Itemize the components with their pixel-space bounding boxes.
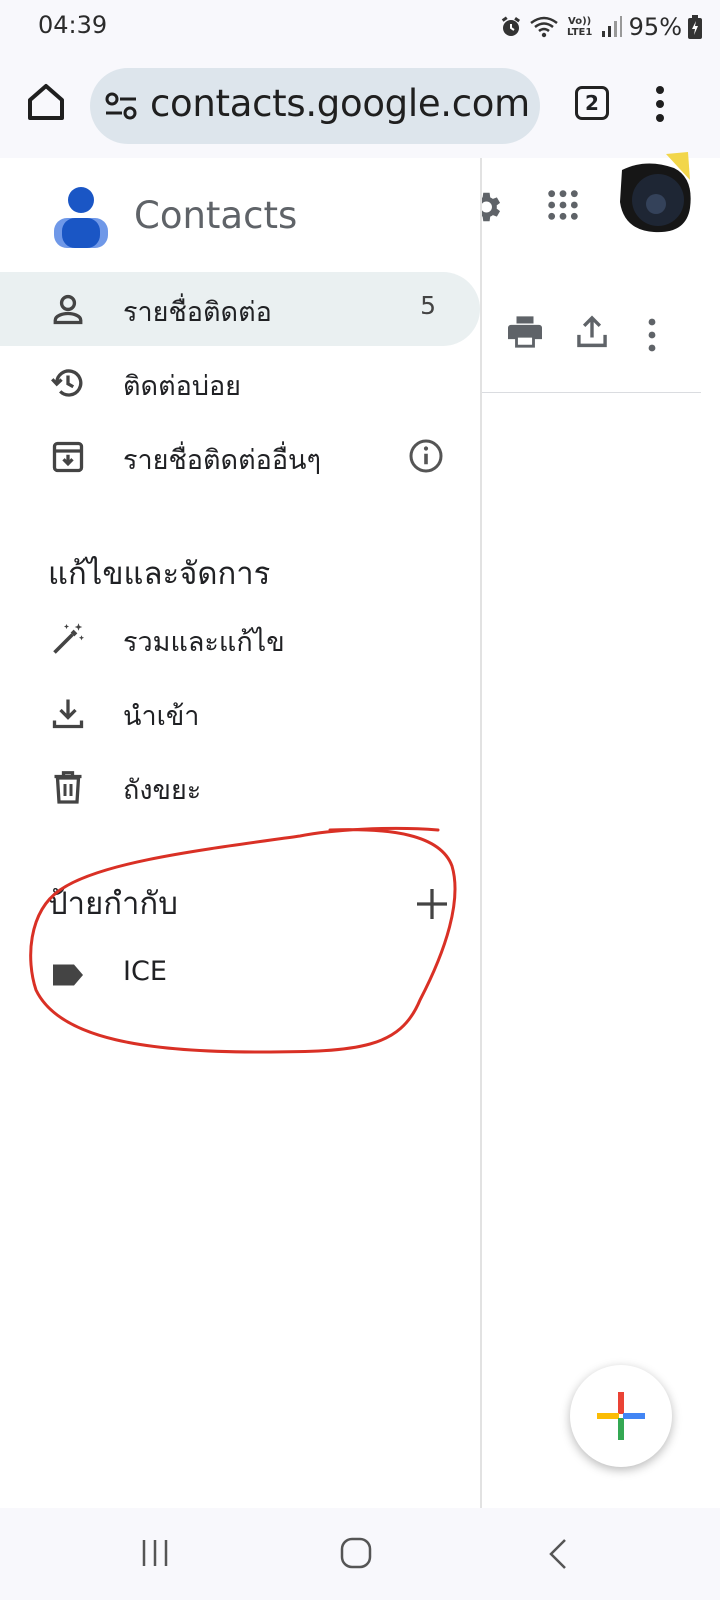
create-contact-fab[interactable] [570, 1365, 672, 1467]
address-bar[interactable]: contacts.google.com [90, 68, 540, 144]
archive-download-icon [52, 441, 84, 473]
section-title-labels: ป้ายกำกับ [48, 886, 178, 922]
battery-charging-icon [688, 15, 702, 39]
download-icon [52, 699, 84, 729]
app-title: Contacts [134, 194, 298, 237]
sidebar-item-import[interactable]: นำเข้า [0, 676, 480, 750]
back-icon[interactable] [548, 1538, 568, 1570]
sidebar-item-contacts[interactable]: รายชื่อติดต่อ 5 [0, 272, 480, 346]
sidebar-item-merge-fix[interactable]: รวมและแก้ไข [0, 602, 480, 676]
contacts-count: 5 [420, 291, 436, 320]
status-time: 04:39 [38, 11, 108, 39]
plus-multicolor-icon [597, 1392, 645, 1440]
status-icons: Vo)) LTE1 95% [499, 10, 702, 44]
main-content [472, 152, 720, 1508]
info-icon[interactable] [408, 438, 444, 474]
recent-apps-icon[interactable] [140, 1538, 170, 1568]
export-icon[interactable] [576, 314, 608, 348]
home-icon[interactable] [24, 80, 68, 124]
label-tag-icon [53, 964, 83, 986]
signal-icon [601, 16, 622, 37]
browser-toolbar: contacts.google.com 2 [0, 56, 720, 159]
print-icon[interactable] [508, 316, 542, 348]
trash-icon [54, 771, 82, 804]
sidebar-item-trash[interactable]: ถังขยะ [0, 750, 480, 824]
magic-wand-icon [53, 623, 85, 654]
sidebar-item-label: ถังขยะ [123, 775, 202, 806]
contacts-logo-icon[interactable] [52, 186, 110, 248]
avatar[interactable] [616, 152, 696, 242]
sidebar-item-frequent[interactable]: ติดต่อบ่อย [0, 346, 480, 420]
divider [481, 392, 701, 393]
sidebar-item-label: นำเข้า [123, 701, 200, 732]
sidebar-item-label: รายชื่อติดต่ออื่นๆ [123, 445, 322, 476]
site-settings-icon[interactable] [104, 90, 138, 122]
more-vert-icon[interactable] [646, 318, 658, 352]
add-label-plus-icon[interactable] [414, 886, 450, 922]
tab-switcher-button[interactable]: 2 [575, 86, 609, 120]
sidebar-item-label: รายชื่อติดต่อ [123, 297, 272, 328]
alarm-icon [501, 16, 520, 36]
sidebar-item-label: ติดต่อบ่อย [123, 371, 241, 402]
url-text: contacts.google.com [150, 82, 530, 125]
person-icon [53, 294, 83, 325]
status-bar: 04:39 Vo)) LTE1 95% [0, 0, 720, 56]
wifi-icon [529, 16, 558, 38]
network-type: Vo)) LTE1 [566, 16, 593, 38]
system-nav-bar [0, 1508, 720, 1600]
sidebar-item-label: รวมและแก้ไข [123, 627, 285, 658]
history-icon [51, 369, 83, 397]
sidebar-item-label-ice[interactable]: ICE [0, 938, 480, 1012]
sidebar-item-other-contacts[interactable]: รายชื่อติดต่ออื่นๆ [0, 420, 480, 494]
more-vert-icon[interactable] [653, 84, 667, 124]
sidebar-item-label: ICE [123, 956, 167, 987]
apps-grid-icon[interactable] [546, 188, 580, 222]
battery-percent: 95% [628, 13, 682, 41]
home-nav-icon[interactable] [340, 1536, 372, 1570]
section-title-fix-manage: แก้ไขและจัดการ [48, 556, 271, 592]
navigation-drawer: Contacts รายชื่อติดต่อ 5 ติดต่อบ่อย รายช… [0, 158, 482, 1508]
